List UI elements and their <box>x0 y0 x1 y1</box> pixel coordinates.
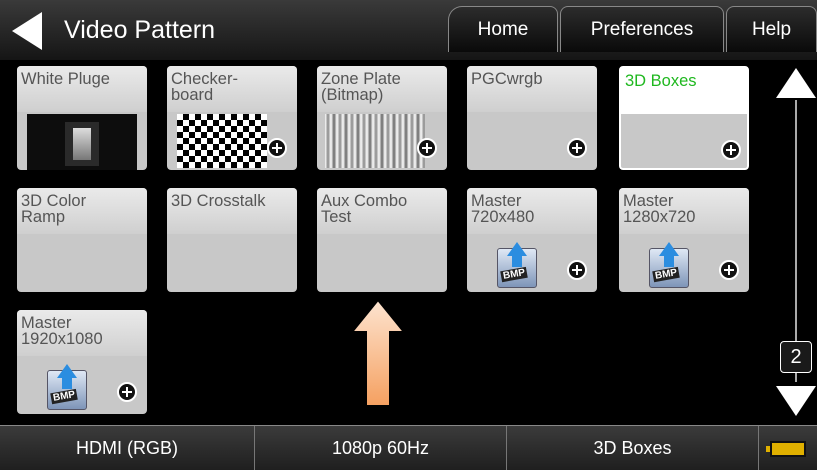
pattern-tile[interactable]: PGCwrgb <box>467 66 597 170</box>
tile-caption: 3D Boxes <box>621 68 747 114</box>
tile-label: 3D Boxes <box>625 72 697 90</box>
status-format: 1080p 60Hz <box>255 426 507 470</box>
scroll-up-button[interactable] <box>776 68 816 98</box>
page-title: Video Pattern <box>64 16 216 44</box>
tile-caption: PGCwrgb <box>467 66 597 112</box>
add-icon[interactable] <box>567 138 587 158</box>
tab-preferences[interactable]: Preferences <box>560 6 724 52</box>
pattern-tile[interactable]: Checker- board <box>167 66 297 170</box>
pattern-tile[interactable]: 3D Boxes <box>619 66 749 170</box>
tile-label: PGCwrgb <box>471 70 543 88</box>
tile-caption: Zone Plate (Bitmap) <box>317 66 447 112</box>
pattern-tile[interactable]: Master 1280x720 BMP <box>619 188 749 292</box>
status-bar: HDMI (RGB) 1080p 60Hz 3D Boxes <box>0 425 817 470</box>
tile-caption: Master 720x480 <box>467 188 597 234</box>
status-interface: HDMI (RGB) <box>0 426 255 470</box>
status-pattern: 3D Boxes <box>507 426 759 470</box>
back-arrow-icon[interactable] <box>12 12 42 50</box>
pattern-tile[interactable]: Aux Combo Test <box>317 188 447 292</box>
tile-caption: 3D Crosstalk <box>167 188 297 234</box>
tile-label: Master 1280x720 <box>623 192 696 226</box>
tile-label: Zone Plate (Bitmap) <box>321 70 401 104</box>
tile-label: 3D Crosstalk <box>171 192 266 210</box>
tile-label: Checker- board <box>171 70 238 104</box>
battery-icon <box>766 441 806 457</box>
bmp-file-icon: BMP <box>45 364 89 410</box>
pattern-tile[interactable]: Zone Plate (Bitmap) <box>317 66 447 170</box>
zone-plate-thumbnail <box>325 114 425 168</box>
add-icon[interactable] <box>719 260 739 280</box>
pluge-thumbnail <box>27 114 137 170</box>
tile-caption: White Pluge <box>17 66 147 112</box>
tile-caption: Master 1280x720 <box>619 188 749 234</box>
pattern-tile[interactable]: Master 1920x1080 BMP <box>17 310 147 414</box>
header: Video Pattern Home Preferences Help <box>0 0 817 60</box>
scroll-down-button[interactable] <box>776 386 816 416</box>
orange-arrow-icon <box>350 298 406 407</box>
add-icon[interactable] <box>117 382 137 402</box>
pattern-tile[interactable]: Master 720x480 BMP <box>467 188 597 292</box>
pattern-tile[interactable]: 3D Crosstalk <box>167 188 297 292</box>
add-icon[interactable] <box>567 260 587 280</box>
tile-label: 3D Color Ramp <box>21 192 87 226</box>
tile-label: Aux Combo Test <box>321 192 408 226</box>
pattern-tile[interactable]: White Pluge <box>17 66 147 170</box>
scroll-track[interactable] <box>795 100 797 382</box>
add-icon[interactable] <box>417 138 437 158</box>
add-icon[interactable] <box>267 138 287 158</box>
tile-label: White Pluge <box>21 70 110 88</box>
tile-caption: Checker- board <box>167 66 297 112</box>
pattern-tile[interactable]: 3D Color Ramp <box>17 188 147 292</box>
tile-label: Master 1920x1080 <box>21 314 103 348</box>
tile-label: Master 720x480 <box>471 192 535 226</box>
bmp-file-icon: BMP <box>495 242 539 288</box>
page-indicator: 2 <box>780 341 812 373</box>
bmp-file-icon: BMP <box>647 242 691 288</box>
tile-caption: Master 1920x1080 <box>17 310 147 356</box>
tile-caption: 3D Color Ramp <box>17 188 147 234</box>
tile-caption: Aux Combo Test <box>317 188 447 234</box>
tab-help[interactable]: Help <box>726 6 817 52</box>
checkerboard-thumbnail <box>177 114 267 168</box>
tab-home[interactable]: Home <box>448 6 558 52</box>
add-icon[interactable] <box>721 140 741 160</box>
